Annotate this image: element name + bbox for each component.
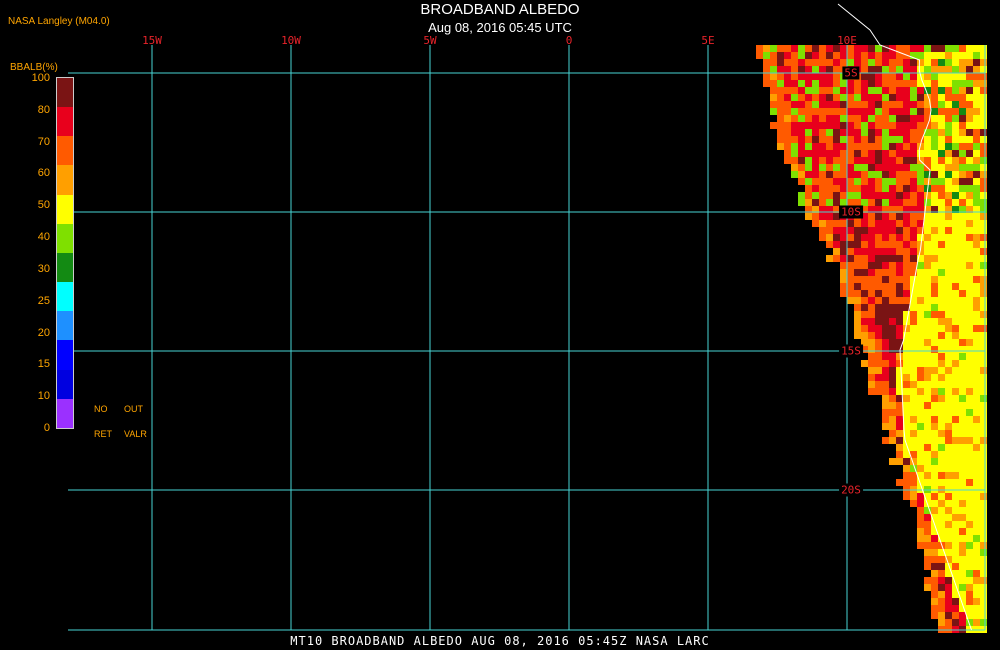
latitude-label: 20S — [839, 483, 863, 497]
longitude-label: 5W — [423, 34, 437, 47]
legend-out-label: OUT — [124, 404, 143, 414]
longitude-label: 5E — [701, 34, 715, 47]
latitude-label: 15S — [839, 344, 863, 358]
legend-tick-label: 80 — [37, 103, 50, 116]
legend-swatch — [57, 165, 73, 195]
legend-tick-label: 40 — [37, 231, 50, 244]
legend-swatch — [57, 369, 73, 399]
legend-swatch — [57, 194, 73, 224]
latitude-label: 10S — [839, 205, 863, 219]
legend-swatch — [57, 78, 73, 108]
legend-tick-label: 60 — [37, 167, 50, 180]
legend-swatch — [57, 223, 73, 253]
longitude-label: 10E — [837, 34, 857, 47]
legend-tick-label: 20 — [37, 326, 50, 339]
legend-colorbar — [56, 77, 74, 429]
legend-no-label: NO — [94, 404, 108, 414]
legend-tick-label: 50 — [37, 199, 50, 212]
map-title: BROADBAND ALBEDO — [420, 1, 580, 18]
legend-tick-label: 100 — [31, 72, 50, 84]
legend-tick-label: 10 — [37, 390, 50, 403]
legend-swatch — [57, 252, 73, 283]
legend-swatch — [57, 398, 73, 428]
legend-swatch — [57, 107, 73, 137]
legend-swatch — [57, 311, 73, 341]
longitude-label: 0 — [565, 34, 573, 47]
legend-swatch — [57, 340, 73, 370]
lat-lon-grid — [68, 45, 986, 631]
legend-tick-label: 70 — [37, 135, 50, 148]
legend-swatch — [57, 136, 73, 166]
legend-swatch — [57, 282, 73, 312]
footer-caption: MT10 BROADBAND ALBEDO AUG 08, 2016 05:45… — [290, 634, 710, 648]
legend-tick-label: 25 — [37, 294, 50, 307]
albedo-map — [68, 3, 987, 633]
legend-valr-label: VALR — [124, 429, 147, 439]
legend-tick-label: 15 — [37, 358, 50, 371]
longitude-label: 10W — [281, 34, 301, 47]
legend-tick-label: 0 — [43, 422, 50, 434]
longitude-label: 15W — [142, 34, 162, 47]
albedo-data-region — [756, 45, 987, 633]
legend-tick-label: 30 — [37, 262, 50, 275]
map-timestamp: Aug 08, 2016 05:45 UTC — [428, 20, 572, 35]
legend-ret-label: RET — [94, 429, 112, 439]
latitude-label: 5S — [842, 66, 860, 80]
